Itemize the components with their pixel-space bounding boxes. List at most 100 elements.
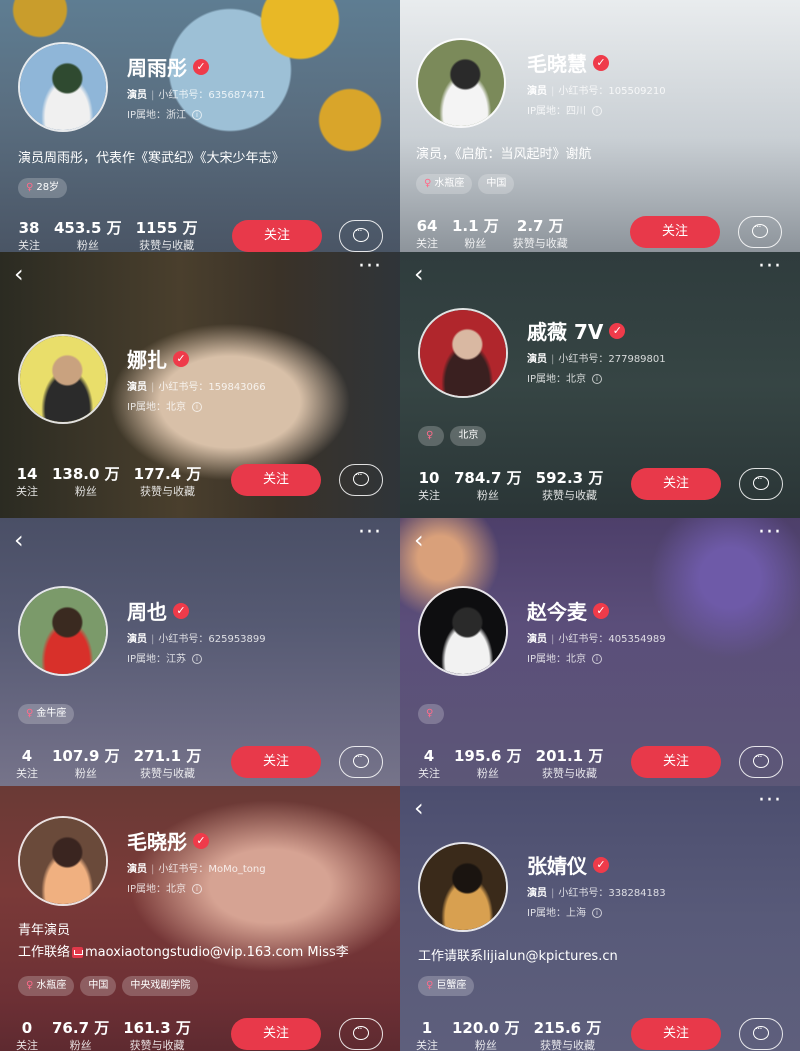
message-button[interactable]	[739, 468, 783, 500]
gender-tag: ♀ 水瓶座	[416, 174, 473, 194]
avatar[interactable]	[18, 586, 108, 676]
stat-likes[interactable]: 271.1 万获赞与收藏	[134, 746, 202, 782]
back-arrow-icon[interactable]: ‹	[14, 526, 24, 554]
message-button[interactable]	[339, 746, 383, 778]
message-button[interactable]	[339, 1018, 383, 1050]
stat-fans[interactable]: 195.6 万粉丝	[454, 746, 522, 782]
stat-following[interactable]: 38 关注	[18, 218, 40, 252]
stat-likes[interactable]: 177.4 万获赞与收藏	[134, 464, 202, 500]
avatar[interactable]	[418, 308, 508, 398]
info-icon[interactable]: i	[191, 884, 202, 894]
more-icon[interactable]: ···	[358, 522, 382, 544]
info-icon[interactable]: i	[591, 106, 602, 116]
stat-fans-label: 粉丝	[464, 237, 487, 250]
profile-name: 周也 ✓	[127, 596, 189, 625]
stat-likes[interactable]: 201.1 万获赞与收藏	[536, 746, 604, 782]
follow-button[interactable]: 关注	[630, 216, 720, 248]
avatar[interactable]	[18, 334, 108, 424]
follow-button[interactable]: 关注	[631, 746, 721, 778]
meta-line-id: 演员 | 小红书号：625953899	[127, 630, 266, 650]
info-icon[interactable]: i	[191, 654, 202, 664]
top-bar: ‹ ···	[400, 790, 800, 824]
avatar[interactable]	[18, 42, 108, 132]
stat-likes[interactable]: 1155 万获赞与收藏	[136, 218, 198, 252]
follow-button[interactable]: 关注	[631, 1018, 721, 1050]
message-button[interactable]	[739, 746, 783, 778]
profile-name: 张婧仪 ✓	[527, 850, 609, 879]
stat-following[interactable]: 1 关注	[416, 1018, 438, 1051]
stat-fans[interactable]: 76.7 万粉丝	[52, 1018, 109, 1051]
profile-tags: ♀ 金牛座	[18, 704, 75, 724]
profile-stats: 64 关注 1.1 万粉丝 2.7 万获赞与收藏	[416, 216, 568, 252]
stat-fans[interactable]: 138.0 万粉丝	[52, 464, 120, 500]
top-bar: ‹ ···	[400, 522, 800, 556]
avatar[interactable]	[418, 586, 508, 676]
separator: |	[551, 354, 555, 365]
message-button[interactable]	[738, 216, 782, 248]
stat-following[interactable]: 0 关注	[16, 1018, 38, 1051]
stat-fans[interactable]: 1.1 万粉丝	[452, 216, 499, 252]
back-arrow-icon[interactable]: ‹	[14, 260, 24, 288]
bio-line: 演员，《启航：当风起时》谢航	[416, 147, 592, 162]
back-arrow-icon[interactable]: ‹	[414, 526, 424, 554]
avatar[interactable]	[416, 38, 506, 128]
stat-following[interactable]: 64 关注	[416, 216, 438, 252]
meta-line-ip: IP属地：江苏 i	[127, 650, 266, 670]
stat-fans-count: 195.6 万	[454, 747, 522, 765]
profile-meta: 演员 | 小红书号：105509210 IP属地：四川 i	[527, 82, 666, 122]
profile-tags: ♀ 水瓶座 中国 中央戏剧学院	[18, 976, 199, 996]
message-button[interactable]	[739, 1018, 783, 1050]
separator: |	[551, 86, 555, 97]
info-icon[interactable]: i	[191, 110, 202, 120]
stat-fans[interactable]: 453.5 万粉丝	[54, 218, 122, 252]
verified-icon: ✓	[173, 350, 189, 367]
profile-bio: 演员周雨彤，代表作《寒武纪》《大宋少年志》	[18, 148, 285, 170]
more-icon[interactable]: ···	[758, 256, 782, 278]
meta-line-id: 演员 | 小红书号：405354989	[527, 630, 666, 650]
avatar-photo	[420, 588, 506, 674]
stat-likes-count: 2.7 万	[516, 217, 564, 235]
stat-fans-label: 粉丝	[476, 767, 499, 780]
profile-tags: ♀ 28岁	[18, 178, 68, 198]
stat-following[interactable]: 10 关注	[418, 468, 440, 504]
stat-following[interactable]: 4 关注	[418, 746, 440, 782]
follow-button[interactable]: 关注	[231, 1018, 321, 1050]
avatar[interactable]	[418, 842, 508, 932]
stat-following[interactable]: 4 关注	[16, 746, 38, 782]
more-icon[interactable]: ···	[758, 522, 782, 544]
message-button[interactable]	[339, 220, 383, 252]
follow-button[interactable]: 关注	[231, 746, 321, 778]
avatar-photo	[420, 310, 506, 396]
info-icon[interactable]: i	[191, 402, 202, 412]
xiaohongshu-id: 277989801	[608, 354, 666, 365]
message-button[interactable]	[339, 464, 383, 496]
xiaohongshu-id: 405354989	[608, 634, 666, 645]
more-icon[interactable]: ···	[358, 256, 382, 278]
stat-likes[interactable]: 2.7 万获赞与收藏	[513, 216, 568, 252]
stat-following[interactable]: 14 关注	[16, 464, 38, 500]
gender-tag-text: 巨蟹座	[436, 980, 467, 991]
ip-prefix: IP属地：	[127, 884, 166, 895]
info-icon[interactable]: i	[591, 654, 602, 664]
stat-likes[interactable]: 215.6 万获赞与收藏	[534, 1018, 602, 1051]
more-icon[interactable]: ···	[758, 790, 782, 812]
stat-likes[interactable]: 161.3 万获赞与收藏	[123, 1018, 191, 1051]
info-icon[interactable]: i	[591, 908, 602, 918]
follow-button[interactable]: 关注	[231, 464, 321, 496]
stat-likes[interactable]: 592.3 万获赞与收藏	[536, 468, 604, 504]
follow-button[interactable]: 关注	[232, 220, 322, 252]
id-prefix: 小红书号：	[558, 86, 609, 97]
back-arrow-icon[interactable]: ‹	[414, 794, 424, 822]
profile-tags: ♀	[418, 704, 445, 724]
follow-button[interactable]: 关注	[631, 468, 721, 500]
stat-fans[interactable]: 120.0 万粉丝	[452, 1018, 520, 1051]
profile-card: ‹ ··· 戚薇 7V ✓ 演员 | 小红书号：277989801 IP属地：北京 i ♀ 北京 10…	[400, 252, 800, 518]
stat-following-label: 关注	[16, 1039, 38, 1051]
avatar[interactable]	[18, 816, 108, 906]
gender-tag: ♀	[418, 426, 445, 446]
bio-email: maoxiaotongstudio@vip.163.com Miss李	[85, 945, 349, 960]
stat-fans[interactable]: 107.9 万粉丝	[52, 746, 120, 782]
back-arrow-icon[interactable]: ‹	[414, 260, 424, 288]
info-icon[interactable]: i	[591, 374, 602, 384]
stat-fans[interactable]: 784.7 万粉丝	[454, 468, 522, 504]
